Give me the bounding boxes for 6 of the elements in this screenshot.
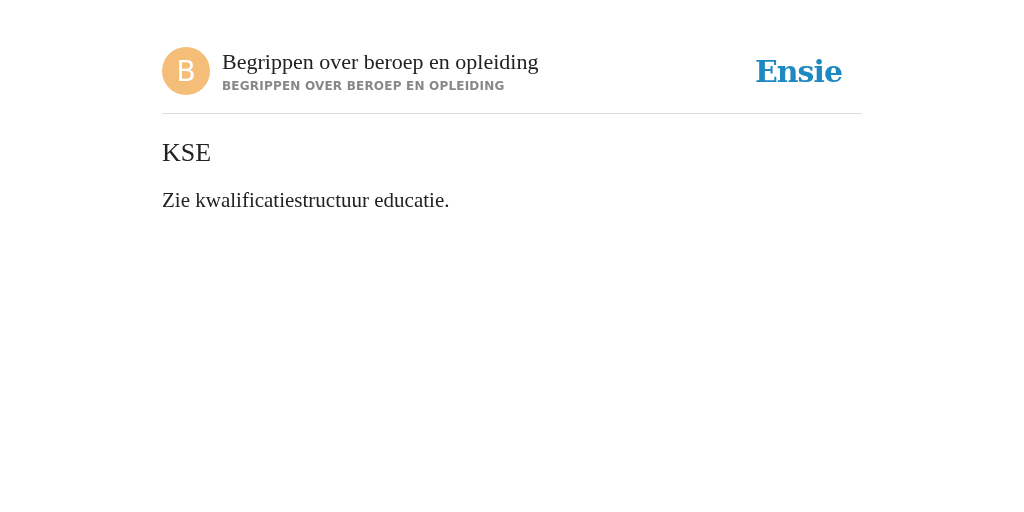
logo[interactable]: Ensie (754, 53, 842, 89)
term-heading: KSE (162, 138, 213, 168)
definition-text: Zie kwalificatiestructuur educatie. (162, 188, 451, 213)
category-subtitle: BEGRIPPEN OVER BEROEP EN OPLEIDING (222, 79, 506, 93)
category-title: Begrippen over beroep en opleiding (222, 49, 540, 75)
avatar: B (162, 47, 210, 95)
